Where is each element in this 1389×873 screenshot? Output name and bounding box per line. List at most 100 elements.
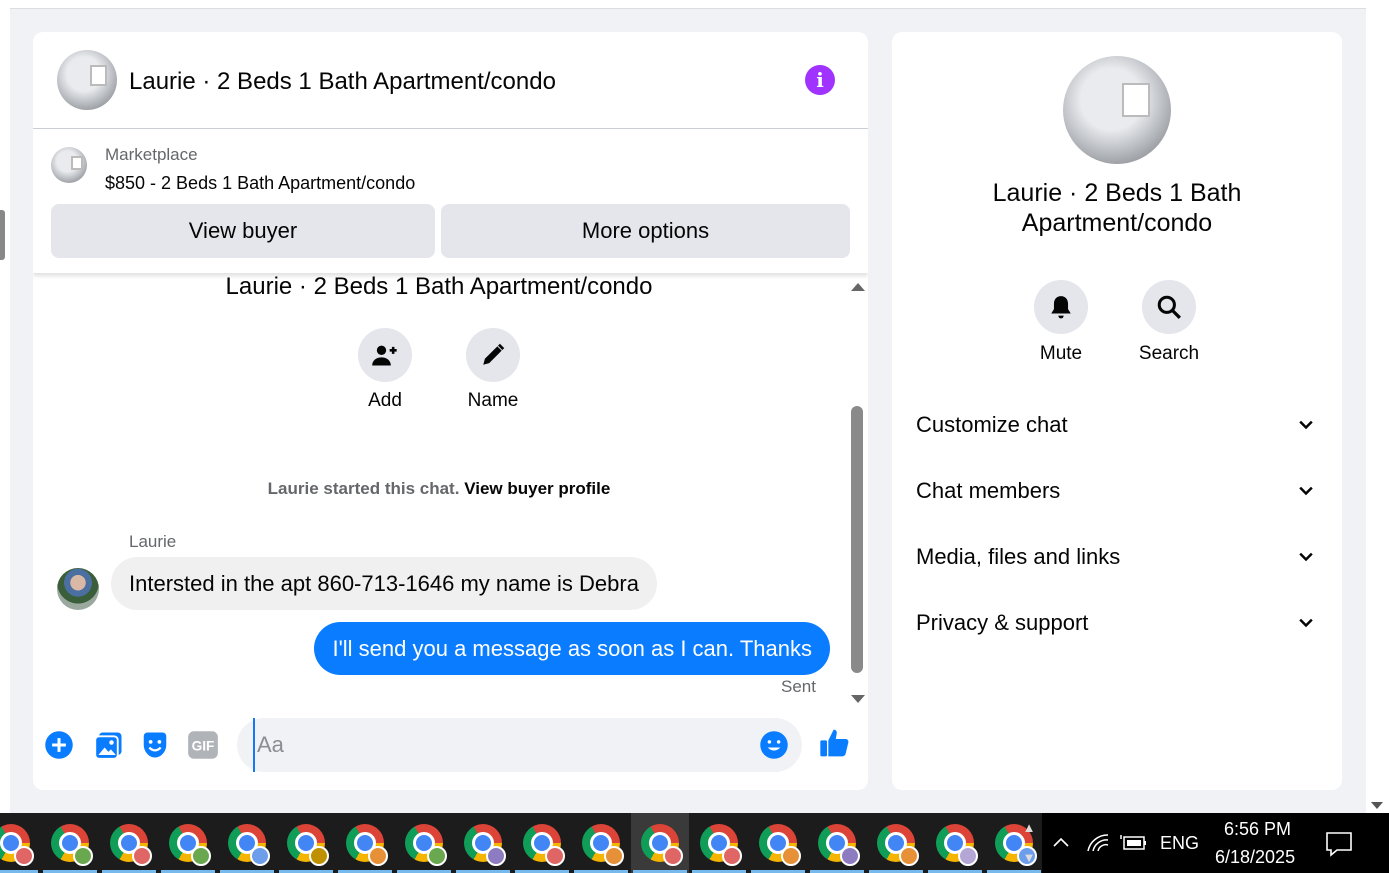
taskbar-chrome-window[interactable] — [277, 813, 335, 873]
system-tray: ENG 6:56 PM 6/18/2025 — [1042, 813, 1389, 873]
sticker-button[interactable] — [139, 729, 171, 761]
outgoing-message[interactable]: I'll send you a message as soon as I can… — [314, 622, 830, 675]
composer: GIF — [33, 713, 868, 790]
section-label: Media, files and links — [916, 544, 1121, 569]
attach-photo-button[interactable] — [93, 729, 125, 761]
profile-badge-icon — [368, 846, 388, 866]
profile-badge-icon — [427, 846, 447, 866]
message-scrollbar[interactable] — [845, 273, 868, 703]
chrome-icon — [523, 824, 565, 866]
profile-badge-icon — [899, 846, 919, 866]
chat-title[interactable]: Laurie · 2 Beds 1 Bath Apartment/condo — [129, 68, 556, 96]
clock-time[interactable]: 6:56 PM — [1224, 819, 1291, 840]
info-icon[interactable]: i — [805, 65, 835, 95]
chat-started-notice: Laurie started this chat. View buyer pro… — [33, 479, 845, 499]
search-icon — [1157, 295, 1181, 319]
pencil-icon — [483, 343, 505, 365]
info-avatar[interactable] — [1063, 56, 1171, 164]
section-label: Privacy & support — [916, 610, 1089, 635]
chrome-icon — [0, 824, 34, 866]
add-label: Add — [368, 390, 402, 411]
taskbar-chrome-window[interactable] — [513, 813, 571, 873]
wifi-icon[interactable] — [1086, 833, 1110, 853]
like-button[interactable] — [819, 727, 851, 759]
taskbar-chrome-window[interactable] — [218, 813, 276, 873]
chevron-down-icon[interactable]: ▼ — [1016, 843, 1042, 873]
left-scrollbar-thumb[interactable] — [0, 210, 5, 260]
section-privacy-support[interactable]: Privacy & support — [916, 603, 1316, 643]
taskbar-chrome-window[interactable] — [690, 813, 748, 873]
chevron-down-icon — [1299, 486, 1313, 496]
language-indicator[interactable]: ENG — [1160, 833, 1199, 854]
chrome-icon — [405, 824, 447, 866]
battery-icon[interactable] — [1120, 833, 1148, 853]
more-actions-button[interactable] — [43, 729, 75, 761]
taskbar-chrome-window[interactable] — [867, 813, 925, 873]
profile-badge-icon — [191, 846, 211, 866]
taskbar-chrome-window[interactable] — [395, 813, 453, 873]
show-hidden-icons-icon[interactable] — [1052, 835, 1070, 849]
taskbar-chrome-window[interactable] — [159, 813, 217, 873]
chrome-icon — [700, 824, 742, 866]
chat-panel: Laurie · 2 Beds 1 Bath Apartment/condo i… — [33, 32, 868, 790]
chrome-icon — [464, 824, 506, 866]
scroll-down-arrow-icon[interactable] — [1371, 802, 1383, 809]
listing-thumbnail[interactable] — [51, 147, 87, 183]
section-label: Customize chat — [916, 412, 1068, 437]
taskbar-chrome-window[interactable] — [926, 813, 984, 873]
bell-icon — [1051, 296, 1071, 319]
scroll-down-arrow-icon[interactable] — [851, 695, 865, 703]
photo-icon — [94, 732, 122, 760]
view-buyer-button[interactable]: View buyer — [51, 204, 435, 258]
add-person-icon — [372, 345, 397, 366]
chrome-icon — [759, 824, 801, 866]
chevron-down-icon — [1299, 618, 1313, 628]
chevron-up-icon[interactable]: ▲ — [1016, 813, 1042, 843]
profile-badge-icon — [545, 846, 565, 866]
chrome-icon — [346, 824, 388, 866]
taskbar-chrome-window[interactable] — [0, 813, 40, 873]
message-scrollbar-thumb[interactable] — [851, 406, 863, 673]
svg-text:GIF: GIF — [192, 739, 215, 754]
more-options-button[interactable]: More options — [441, 204, 850, 258]
message-input[interactable] — [253, 718, 743, 772]
gif-button[interactable]: GIF — [187, 729, 219, 761]
started-text: Laurie started this chat. — [267, 479, 460, 498]
marketplace-section: Marketplace $850 - 2 Beds 1 Bath Apartme… — [33, 129, 868, 273]
section-customize-chat[interactable]: Customize chat — [916, 405, 1316, 445]
section-chat-members[interactable]: Chat members — [916, 471, 1316, 511]
taskbar-chrome-window[interactable] — [572, 813, 630, 873]
taskbar-chrome-window[interactable] — [336, 813, 394, 873]
add-person-button[interactable] — [358, 328, 412, 382]
section-media-files-links[interactable]: Media, files and links — [916, 537, 1316, 577]
chat-avatar[interactable] — [57, 50, 117, 110]
profile-badge-icon — [958, 846, 978, 866]
scroll-up-arrow-icon[interactable] — [851, 283, 865, 291]
plus-circle-icon — [45, 731, 73, 759]
sender-avatar[interactable] — [57, 568, 99, 610]
search-button[interactable] — [1142, 280, 1196, 334]
incoming-message[interactable]: Intersted in the apt 860-713-1646 my nam… — [111, 557, 657, 610]
info-title: Laurie · 2 Beds 1 Bath Apartment/condo — [992, 179, 1242, 237]
taskbar-chrome-window[interactable] — [631, 813, 689, 873]
profile-badge-icon — [73, 846, 93, 866]
clock-date[interactable]: 6/18/2025 — [1215, 847, 1295, 868]
name-label: Name — [467, 390, 519, 411]
taskbar-chrome-window[interactable] — [454, 813, 512, 873]
name-button[interactable] — [466, 328, 520, 382]
taskbar-chrome-window[interactable] — [41, 813, 99, 873]
notifications-icon[interactable] — [1325, 831, 1353, 857]
taskbar-chrome-window[interactable] — [749, 813, 807, 873]
left-scroll-strip — [0, 0, 10, 813]
view-buyer-profile-link[interactable]: View buyer profile — [464, 479, 610, 498]
profile-badge-icon — [486, 846, 506, 866]
profile-badge-icon — [722, 846, 742, 866]
taskbar-scroll[interactable]: ▲ ▼ — [1016, 813, 1042, 873]
emoji-button[interactable] — [759, 730, 789, 760]
taskbar-chrome-window[interactable] — [808, 813, 866, 873]
chrome-icon — [51, 824, 93, 866]
listing-title[interactable]: $850 - 2 Beds 1 Bath Apartment/condo — [105, 173, 415, 194]
mute-button[interactable] — [1034, 280, 1088, 334]
taskbar-chrome-window[interactable] — [100, 813, 158, 873]
window-scrollbar[interactable] — [1366, 0, 1389, 813]
